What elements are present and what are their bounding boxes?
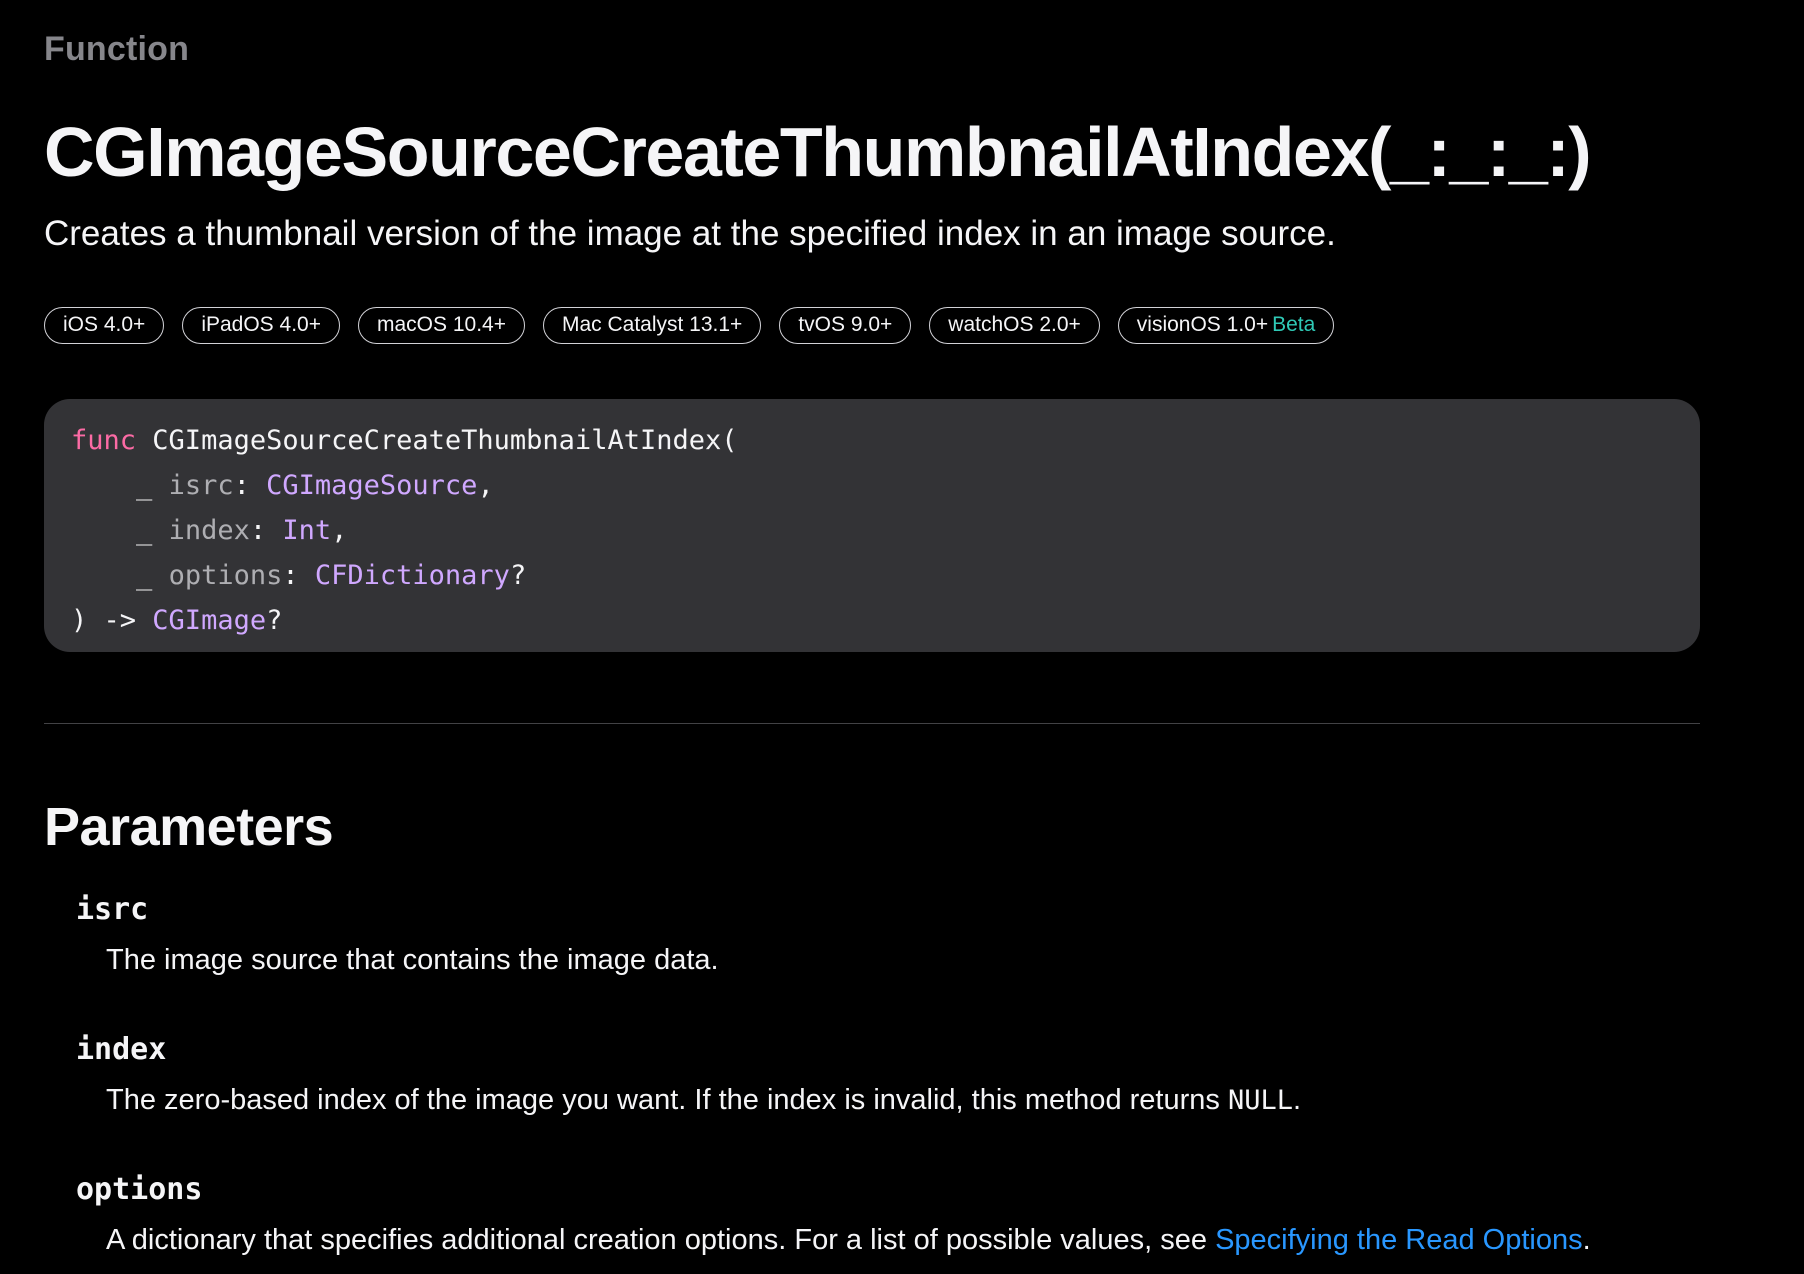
return-arrow: ) -> xyxy=(71,605,137,636)
badge-label: iPadOS 4.0+ xyxy=(201,313,321,336)
parameter-item-isrc: isrc The image source that contains the … xyxy=(76,890,1716,978)
declaration-code-block: func CGImageSourceCreateThumbnailAtIndex… xyxy=(44,399,1700,652)
type-link[interactable]: Int xyxy=(282,515,331,546)
function-name: CGImageSourceCreateThumbnailAtIndex( xyxy=(152,425,738,456)
badge-label: macOS 10.4+ xyxy=(376,313,506,336)
section-divider xyxy=(44,723,1700,724)
badge-label: Mac Catalyst 13.1+ xyxy=(561,313,743,336)
parameter-description: A dictionary that specifies additional c… xyxy=(106,1222,1716,1258)
param-suffix: ? xyxy=(509,560,527,591)
page-title: CGImageSourceCreateThumbnailAtIndex(_:_:… xyxy=(44,113,1592,191)
param-label: _ xyxy=(136,470,153,501)
func-keyword: func xyxy=(71,425,137,456)
availability-badge-tvos: tvOS 9.0+ xyxy=(779,307,912,344)
parameters-heading: Parameters xyxy=(44,797,334,857)
type-link[interactable]: CFDictionary xyxy=(315,560,510,591)
symbol-kind-label: Function xyxy=(44,30,190,68)
availability-badge-visionos: visionOS 1.0+ Beta xyxy=(1117,307,1335,344)
return-type-link[interactable]: CGImage xyxy=(152,605,266,636)
availability-badges: iOS 4.0+ iPadOS 4.0+ macOS 10.4+ Mac Cat… xyxy=(44,307,1335,344)
param-suffix: , xyxy=(477,470,494,501)
return-suffix: ? xyxy=(266,605,283,636)
badge-label: watchOS 2.0+ xyxy=(948,313,1081,336)
badge-label: tvOS 9.0+ xyxy=(798,313,893,336)
parameter-description: The zero-based index of the image you wa… xyxy=(106,1082,1716,1119)
description-text: The zero-based index of the image you wa… xyxy=(106,1084,1228,1116)
param-label: _ xyxy=(136,515,153,546)
description-text-end: . xyxy=(1292,1084,1302,1116)
parameter-item-index: index The zero-based index of the image … xyxy=(76,1030,1716,1119)
parameter-name: options xyxy=(76,1172,203,1207)
param-name: isrc xyxy=(168,470,234,501)
read-options-link[interactable]: Specifying the Read Options xyxy=(1215,1224,1583,1256)
param-name: index xyxy=(168,515,250,546)
beta-tag: Beta xyxy=(1272,313,1316,336)
param-suffix: , xyxy=(331,515,348,546)
param-name: options xyxy=(168,560,283,591)
abstract-text: Creates a thumbnail version of the image… xyxy=(44,214,1336,253)
availability-badge-mac-catalyst: Mac Catalyst 13.1+ xyxy=(542,307,762,344)
parameter-description: The image source that contains the image… xyxy=(106,944,719,976)
description-text-end: . xyxy=(1582,1224,1591,1256)
type-link[interactable]: CGImageSource xyxy=(266,470,477,501)
badge-label: iOS 4.0+ xyxy=(63,313,146,336)
badge-label: visionOS 1.0+ xyxy=(1136,313,1269,336)
description-text: A dictionary that specifies additional c… xyxy=(106,1224,1216,1256)
availability-badge-ios: iOS 4.0+ xyxy=(44,307,165,344)
availability-badge-watchos: watchOS 2.0+ xyxy=(929,307,1100,344)
null-code: NULL xyxy=(1227,1085,1293,1116)
parameter-name: isrc xyxy=(76,892,149,927)
availability-badge-macos: macOS 10.4+ xyxy=(357,307,525,344)
availability-badge-ipados: iPadOS 4.0+ xyxy=(182,307,340,344)
parameter-name: index xyxy=(76,1032,167,1067)
param-label: _ xyxy=(136,560,153,591)
parameter-item-options: options A dictionary that specifies addi… xyxy=(76,1170,1716,1258)
